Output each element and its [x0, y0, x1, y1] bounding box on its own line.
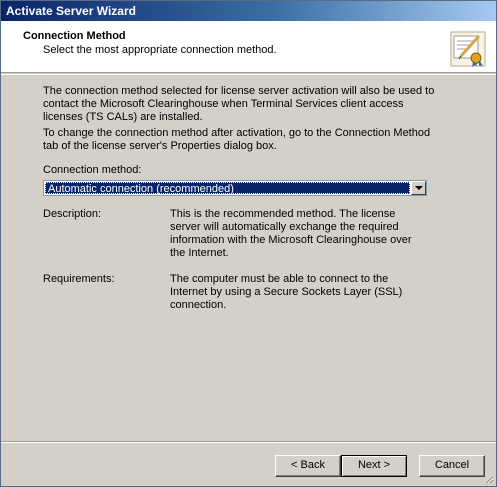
info-paragraph-1: The connection method selected for licen… — [43, 85, 435, 123]
title-bar[interactable]: Activate Server Wizard — [1, 1, 496, 21]
page-title: Connection Method — [23, 30, 126, 42]
description-label: Description: — [43, 208, 102, 220]
resize-grip-icon[interactable] — [484, 474, 494, 484]
wizard-header: Connection Method Select the most approp… — [1, 21, 496, 73]
dropdown-button[interactable] — [411, 181, 426, 195]
connection-method-selected-value[interactable]: Automatic connection (recommended) — [45, 182, 410, 195]
back-button[interactable]: < Back — [275, 455, 341, 477]
certificate-wizard-icon — [449, 30, 487, 68]
next-button[interactable]: Next > — [341, 455, 407, 477]
requirements-text: The computer must be able to connect to … — [170, 273, 403, 311]
wizard-window: Activate Server Wizard Connection Method… — [0, 0, 497, 487]
chevron-down-icon — [415, 186, 423, 190]
requirements-label: Requirements: — [43, 273, 115, 285]
cancel-button[interactable]: Cancel — [419, 455, 485, 477]
connection-method-label: Connection method: — [43, 164, 142, 176]
connection-method-dropdown[interactable]: Automatic connection (recommended) — [43, 180, 427, 196]
window-title: Activate Server Wizard — [6, 4, 136, 18]
info-paragraph-2: To change the connection method after ac… — [43, 127, 431, 152]
header-divider — [1, 74, 496, 75]
description-text: This is the recommended method. The lice… — [170, 208, 412, 259]
footer-divider-highlight — [1, 442, 496, 443]
page-subtitle: Select the most appropriate connection m… — [43, 44, 277, 56]
